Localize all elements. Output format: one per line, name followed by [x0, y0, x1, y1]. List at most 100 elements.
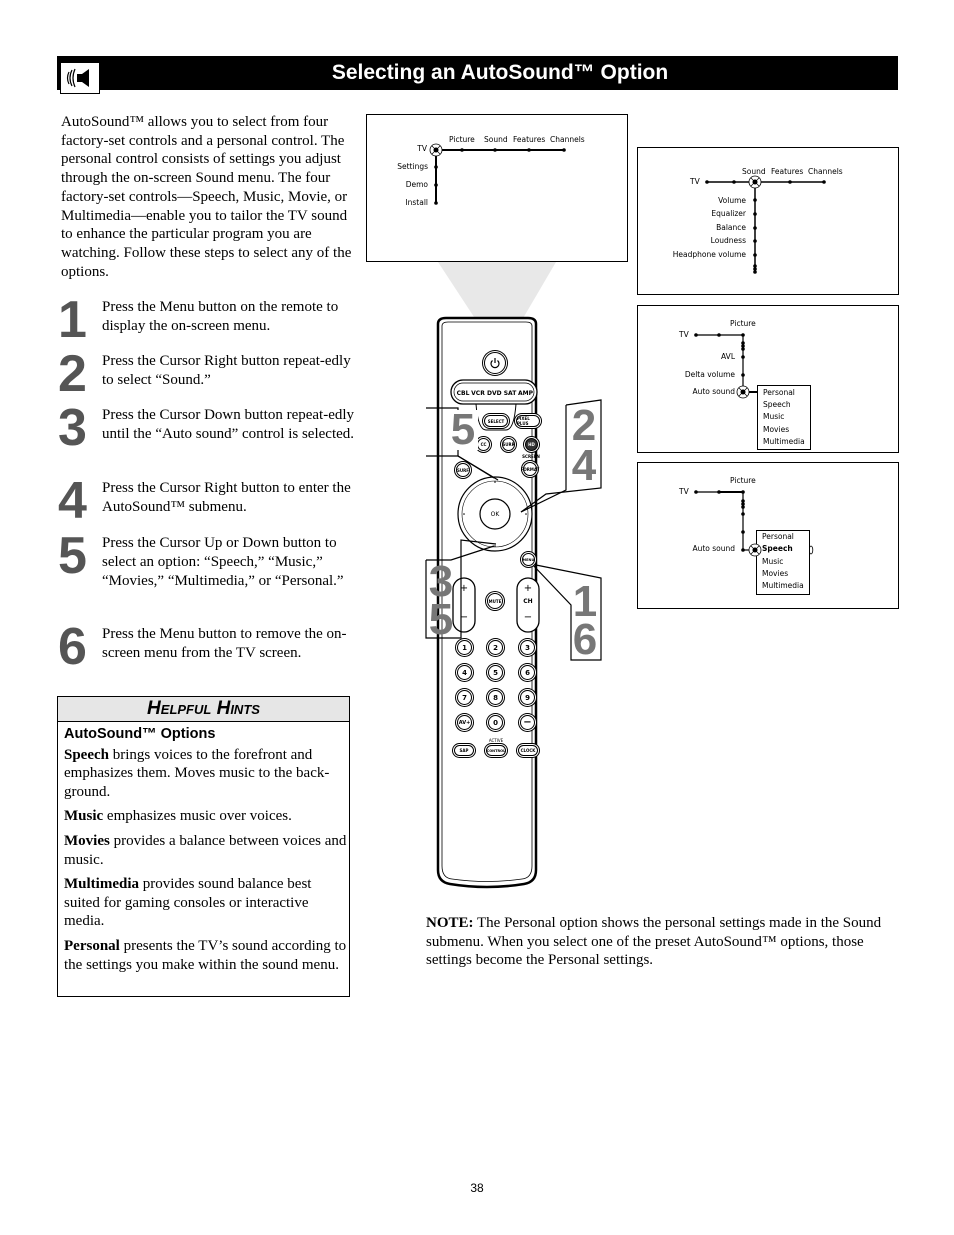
hints-body: AutoSound™ Options Speech brings voices … [64, 725, 347, 980]
cursor-icon [748, 543, 762, 557]
menu-side-item: Settings [397, 162, 428, 171]
remote-control: CBL VCR DVD SAT AMP SELECT PIXEL PLUS CC… [366, 260, 626, 900]
digit-2-button[interactable]: 2 [488, 640, 503, 655]
menu-side-item: Equalizer [711, 209, 746, 218]
note-paragraph: NOTE: The Personal option shows the pers… [426, 914, 901, 970]
step-text: Press the Cursor Right button repeat-edl… [102, 353, 351, 388]
screen-label: SCREEN [522, 454, 540, 459]
menu-root: TV [690, 177, 700, 186]
hints-title: Helpful Hints [58, 697, 349, 722]
menu-side-item: Auto sound [692, 387, 735, 396]
page-title: Selecting an AutoSound™ Option [331, 61, 669, 84]
menu-top-item: Picture [449, 135, 475, 144]
cursor-icon [748, 175, 762, 189]
menu-side-item: AVL [721, 352, 735, 361]
menu-panel-main: TV Picture Sound Features Channels Setti… [366, 114, 628, 262]
mute-button[interactable]: MUTE [487, 593, 503, 609]
step-text: Press the Menu button to remove the on-s… [102, 626, 347, 661]
source-amp-button[interactable]: AMP [518, 390, 533, 397]
menu-side-item: Delta volume [684, 370, 735, 379]
menu-root: TV [679, 330, 689, 339]
menu-side-item: Balance [716, 223, 746, 232]
surr-button[interactable]: SURR [502, 438, 515, 451]
cursor-icon [429, 143, 443, 157]
step-text: Press the Cursor Up or Down button to se… [102, 535, 344, 589]
menu-side-item: Headphone volume [672, 250, 746, 259]
volume-down-button[interactable]: − [458, 612, 470, 623]
digit-5-button[interactable]: 5 [488, 665, 503, 680]
menu-button[interactable]: MENU [522, 553, 535, 566]
digit-7-button[interactable]: 7 [457, 690, 472, 705]
hint-text: emphasizes music over voices. [103, 808, 292, 825]
power-button[interactable] [484, 352, 506, 374]
menu-root: TV [417, 144, 427, 153]
hint-multimedia: Multimedia provides sound balance best s… [64, 875, 347, 931]
page-number: 38 [470, 1181, 484, 1195]
option-item[interactable]: Movies [763, 425, 789, 434]
av-plus-button[interactable]: AV+ [457, 715, 472, 730]
digit-6-button[interactable]: 6 [520, 665, 535, 680]
cc-button[interactable]: CC [477, 438, 490, 451]
callout-step-5: 5 [448, 408, 478, 452]
step-number: 1 [58, 291, 87, 349]
menu-side-item: Loudness [710, 236, 746, 245]
option-item[interactable]: Multimedia [763, 437, 805, 446]
active-control-button[interactable]: CONTROL [486, 745, 506, 756]
menu-top-item: Sound [484, 135, 508, 144]
volume-up-button[interactable]: + [458, 583, 470, 594]
select-button[interactable]: SELECT [484, 415, 508, 427]
clock-button[interactable]: CLOCK [518, 745, 538, 756]
callout-step-4: 4 [571, 441, 597, 490]
option-item[interactable]: Personal [763, 388, 795, 397]
active-label: ACTIVE [488, 738, 504, 743]
ok-button[interactable]: OK [486, 511, 504, 518]
digit-3-button[interactable]: 3 [520, 640, 535, 655]
digit-4-button[interactable]: 4 [457, 665, 472, 680]
hint-personal: Personal presents the TV’s sound accordi… [64, 937, 347, 974]
menu-top-item: Sound [742, 167, 766, 176]
step-number: 6 [58, 618, 87, 676]
menu-top-item: Channels [808, 167, 843, 176]
menu-side-item: Install [405, 198, 428, 207]
option-item[interactable]: Music [763, 412, 784, 421]
source-sat-button[interactable]: SAT [503, 390, 517, 397]
channel-down-button[interactable]: − [522, 612, 534, 623]
digit-8-button[interactable]: 8 [488, 690, 503, 705]
hint-term: Music [64, 808, 104, 825]
hint-term: Personal [64, 937, 120, 954]
menu-panel-autosound-select: TV Picture Auto sound Personal Speech Mu… [637, 462, 899, 609]
step-number: 5 [58, 527, 87, 585]
hint-movies: Movies provides a balance between voices… [64, 832, 347, 869]
note-text: The Personal option shows the personal s… [426, 915, 882, 969]
step-text: Press the Menu button on the remote to d… [102, 299, 339, 334]
hints-subtitle: AutoSound™ Options [64, 726, 216, 742]
step-number: 2 [58, 345, 87, 403]
helpful-hints-box: Helpful Hints AutoSound™ Options Speech … [57, 696, 350, 997]
option-item[interactable]: Speech [763, 400, 791, 409]
source-vcr-button[interactable]: VCR [471, 390, 485, 397]
note-label: NOTE: [426, 915, 474, 931]
menu-top-item: Channels [550, 135, 585, 144]
digit-1-button[interactable]: 1 [457, 640, 472, 655]
format-button[interactable]: FORMAT [521, 462, 539, 476]
autosound-options-list: Personal Speech Music Movies Multimedia [757, 385, 811, 450]
source-dvd-button[interactable]: DVD [487, 390, 502, 397]
step-text: Press the Cursor Right button to enter t… [102, 480, 351, 515]
channel-up-button[interactable]: + [522, 583, 534, 594]
hint-term: Movies [64, 832, 110, 849]
callout-step-5b: 5 [428, 595, 454, 644]
digit-0-button[interactable]: 0 [488, 715, 503, 730]
digit-9-button[interactable]: 9 [520, 690, 535, 705]
menu-top-item: Picture [730, 319, 756, 328]
menu-top-item: Features [771, 167, 804, 176]
sap-button[interactable]: SAP [454, 745, 474, 756]
step-number: 4 [58, 472, 87, 530]
hd-button[interactable]: HD [525, 438, 538, 451]
pixel-plus-button[interactable]: PIXEL PLUS [516, 415, 540, 427]
channel-label: CH [523, 598, 533, 605]
menu-panel-autosound: TV Picture AVL Delta volume Auto sound P… [637, 305, 899, 453]
surf-button[interactable]: SURF [456, 463, 470, 477]
hint-music: Music emphasizes music over voices. [64, 807, 347, 826]
source-cbl-button[interactable]: CBL [456, 390, 470, 397]
dash-button[interactable]: − [520, 715, 535, 730]
